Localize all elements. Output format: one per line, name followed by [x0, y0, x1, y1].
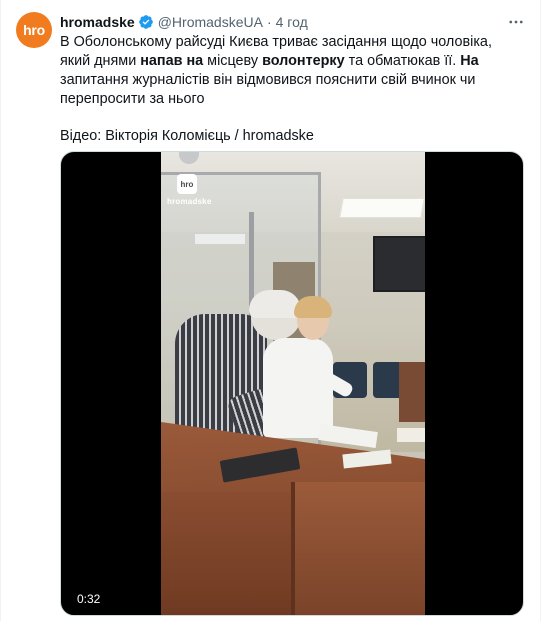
avatar-text: hro [23, 22, 45, 38]
tweet-timestamp[interactable]: 4 год [276, 14, 308, 30]
video-duration: 0:32 [77, 592, 101, 606]
watermark-label: hromadske [167, 197, 212, 206]
author-handle[interactable]: @HromadskeUA [158, 14, 263, 30]
ceiling-light [339, 198, 425, 218]
tweet-body: В Оболонському райсуді Києва триває засі… [60, 33, 520, 109]
more-options-icon[interactable] [506, 12, 526, 32]
woman-figure [263, 338, 333, 438]
video-player[interactable]: hro hromadske 0:32 [60, 151, 524, 616]
video-credit: Відео: Вікторія Коломієць / hromadske [60, 128, 314, 144]
wall-tv [373, 236, 425, 292]
tweet-header: hromadske @HromadskeUA · 4 год [60, 12, 308, 32]
more-horizontal-icon [509, 20, 523, 24]
video-frame: hro hromadske [161, 152, 425, 615]
paper-sheet [397, 428, 425, 442]
desk-panel [291, 482, 425, 615]
author-display-name[interactable]: hromadske [60, 14, 135, 30]
verified-badge-icon [138, 15, 153, 29]
cabinet [399, 362, 425, 422]
avatar[interactable]: hro [16, 12, 52, 48]
tweet-card[interactable]: hro hromadske @HromadskeUA · 4 год В Обо… [0, 0, 541, 621]
tweet-text-bold: волонтерку [262, 53, 345, 69]
separator-dot: · [266, 14, 272, 30]
woman-hair [294, 296, 332, 318]
tweet-text-segment: місцеву [203, 53, 263, 69]
tweet-text-bold: На [460, 53, 479, 69]
watermark-logo: hro [177, 174, 197, 194]
tweet-text-segment: запитання журналістів він відмовився поя… [60, 72, 476, 107]
tweet-text-bold: напав на [140, 53, 204, 69]
tweet-text-segment: та обматюкав її. [344, 53, 461, 69]
tweet-text: В Оболонському райсуді Києва триває засі… [60, 33, 520, 146]
